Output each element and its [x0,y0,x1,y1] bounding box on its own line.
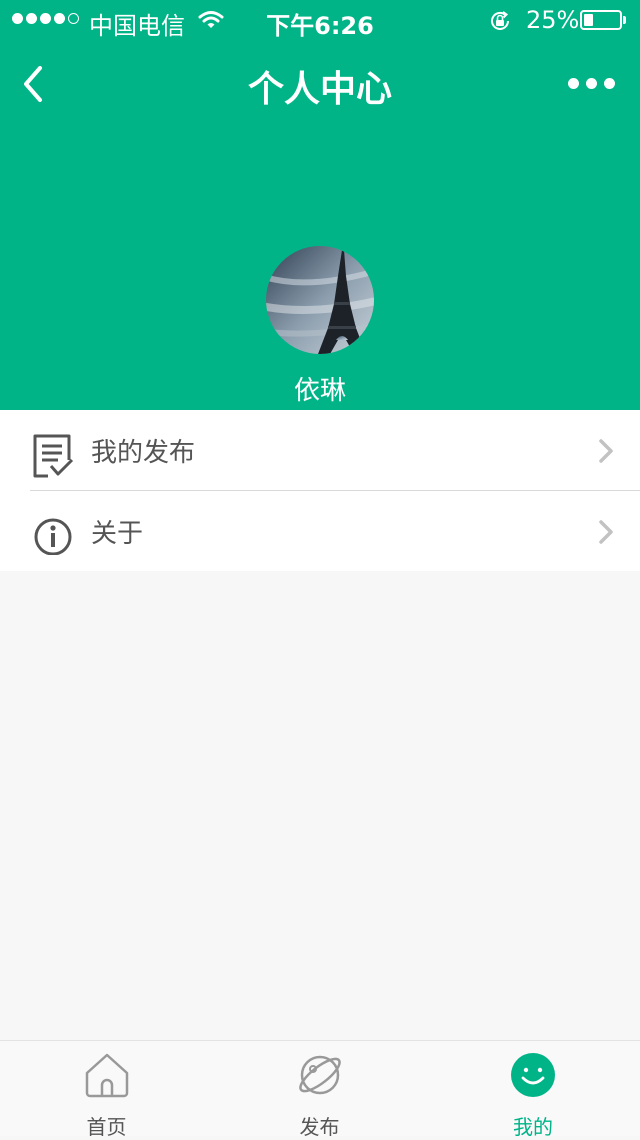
document-check-icon [33,434,74,478]
home-icon [85,1053,128,1098]
battery-tip [623,16,626,24]
status-bar: 中国电信 下午6:26 25% [0,0,640,40]
smile-icon [511,1053,555,1097]
tab-home[interactable]: 首页 [0,1041,213,1139]
chevron-right-icon [599,439,613,463]
chevron-right-icon [599,520,613,544]
avatar[interactable] [266,246,374,354]
menu-item-about[interactable]: 关于 [0,491,640,571]
username: 依琳 [293,376,346,406]
profile-header: 中国电信 下午6:26 25% 个人中心 依琳 [0,0,640,410]
page-title: 个人中心 [247,69,392,110]
battery-icon [580,10,622,30]
more-dot [568,78,579,89]
tab-publish[interactable]: 发布 [213,1041,426,1139]
more-dot [586,78,597,89]
menu-item-label: 关于 [91,519,144,549]
menu-item-my-posts[interactable]: 我的发布 [0,410,640,490]
more-button[interactable] [568,78,615,89]
tab-bar: 首页 发布 我的 [0,1040,640,1139]
menu-item-label: 我的发布 [91,438,196,468]
info-icon [34,518,72,555]
rotation-lock-icon [491,11,509,30]
battery-percent: 25% [526,6,580,34]
planet-icon [298,1055,341,1095]
more-dot [604,78,615,89]
eiffel-tower-photo [266,246,374,354]
menu-list: 我的发布 关于 [0,410,640,571]
battery-level [584,14,593,26]
tab-mine[interactable]: 我的 [426,1041,640,1139]
